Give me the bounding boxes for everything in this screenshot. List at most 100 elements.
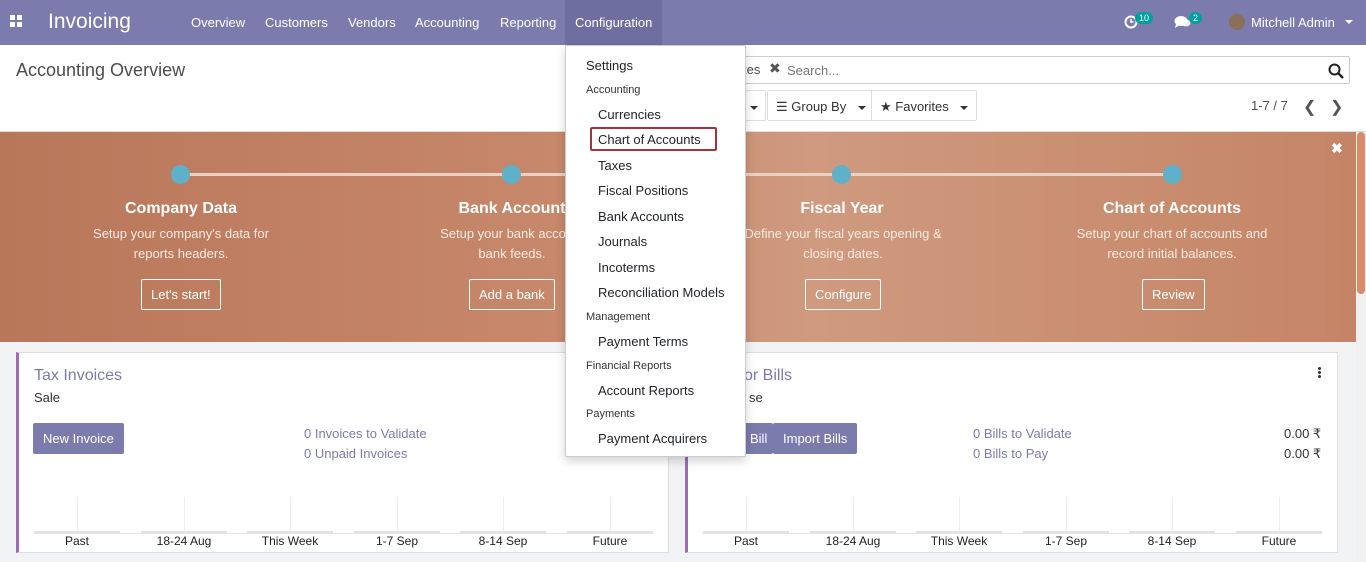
configuration-dropdown: Settings Accounting Currencies Chart of … xyxy=(565,45,746,457)
chart-gridline xyxy=(503,497,504,534)
chart-gridline xyxy=(610,497,611,534)
chart-label-future: Future xyxy=(1261,534,1297,548)
chart-bar xyxy=(916,531,1002,533)
step-desc-company-data: Setup your company's data for reports he… xyxy=(81,224,281,264)
chart-bar xyxy=(703,531,789,533)
menu-item-journals[interactable]: Journals xyxy=(598,234,647,249)
section-header-payments: Payments xyxy=(586,408,635,420)
chart-bar xyxy=(34,531,120,533)
kebab-menu-icon[interactable] xyxy=(1318,367,1322,379)
top-navbar: Invoicing Overview Customers Vendors Acc… xyxy=(0,0,1366,45)
menu-item-payment-terms[interactable]: Payment Terms xyxy=(598,334,688,349)
group-by-button[interactable]: ☰ Group By xyxy=(767,90,875,121)
bills-to-validate-amount: 0.00 ₹ xyxy=(1284,426,1322,441)
chart-gridline xyxy=(853,497,854,534)
card-subtitle: se xyxy=(749,390,763,405)
menu-customers[interactable]: Customers xyxy=(265,15,328,30)
menu-item-fiscal-positions[interactable]: Fiscal Positions xyxy=(598,183,688,198)
step-dot xyxy=(502,165,521,184)
chart-gridline xyxy=(1066,497,1067,534)
card-title[interactable]: or Bills xyxy=(744,367,792,385)
step-desc-line: record initial balances. xyxy=(1107,246,1237,261)
card-title[interactable]: Tax Invoices xyxy=(34,367,122,385)
activity-button[interactable]: 10 xyxy=(1124,12,1160,30)
section-header-management: Management xyxy=(586,311,651,323)
chart-gridline xyxy=(1279,497,1280,534)
chart-gridline xyxy=(290,497,291,534)
favorites-label: Favorites xyxy=(895,99,949,114)
chart-bar xyxy=(1023,531,1109,533)
page-title: Accounting Overview xyxy=(16,60,186,80)
chart-bar xyxy=(1236,531,1322,533)
menu-vendors[interactable]: Vendors xyxy=(348,15,396,30)
chart-bar xyxy=(354,531,440,533)
chart-label-18-24-aug: 18-24 Aug xyxy=(825,534,881,548)
menu-accounting[interactable]: Accounting xyxy=(415,15,479,30)
lets-start-button[interactable]: Let's start! xyxy=(141,279,221,310)
chart-bar xyxy=(1129,531,1215,533)
apps-grid-icon[interactable] xyxy=(10,15,23,28)
chart-label-this-week: This Week xyxy=(930,534,988,548)
menu-item-account-reports[interactable]: Account Reports xyxy=(598,383,694,398)
chart-gridline xyxy=(77,497,78,534)
messages-button[interactable]: 2 xyxy=(1174,12,1204,30)
app-brand[interactable]: Invoicing xyxy=(48,10,131,34)
scrollbar-thumb[interactable] xyxy=(1357,132,1365,294)
upload-bill-button[interactable]: Bill xyxy=(744,423,774,454)
unpaid-invoices-link[interactable]: 0 Unpaid Invoices xyxy=(304,446,407,461)
import-bills-button[interactable]: Import Bills xyxy=(773,423,858,454)
close-icon[interactable]: ✖ xyxy=(1331,140,1343,157)
chart-label-this-week: This Week xyxy=(261,534,319,548)
search-box[interactable]: tes ✖ xyxy=(720,56,1350,84)
menu-item-incoterms[interactable]: Incoterms xyxy=(598,260,655,275)
list-icon: ☰ xyxy=(776,99,788,114)
chart-bar xyxy=(460,531,546,533)
chart-label-1-7-sep: 1-7 Sep xyxy=(375,534,419,548)
pager-value[interactable]: 1-7 / 7 xyxy=(1251,98,1288,113)
new-invoice-button[interactable]: New Invoice xyxy=(33,423,124,454)
review-button[interactable]: Review xyxy=(1142,279,1205,310)
chart-baseline xyxy=(703,533,1323,534)
add-a-bank-button[interactable]: Add a bank xyxy=(469,279,555,310)
chevron-down-icon xyxy=(1345,20,1353,24)
menu-item-settings[interactable]: Settings xyxy=(586,58,633,73)
search-input[interactable] xyxy=(787,63,1307,78)
step-desc-line: closing dates. xyxy=(803,246,883,261)
pager-next-icon[interactable]: ❯ xyxy=(1330,97,1343,117)
menu-item-currencies[interactable]: Currencies xyxy=(598,107,661,122)
menu-item-bank-accounts[interactable]: Bank Accounts xyxy=(598,209,684,224)
avatar xyxy=(1229,14,1245,30)
menu-configuration[interactable]: Configuration xyxy=(565,0,663,45)
menu-item-reconciliation-models[interactable]: Reconciliation Models xyxy=(598,285,724,300)
pager-previous-icon[interactable]: ❮ xyxy=(1303,97,1316,117)
step-desc-fiscal-year: Define your fiscal years opening & closi… xyxy=(742,224,944,264)
chart-label-1-7-sep: 1-7 Sep xyxy=(1044,534,1088,548)
chart-label-8-14-sep: 8-14 Sep xyxy=(1147,534,1197,548)
chevron-down-icon xyxy=(857,105,866,110)
menu-overview[interactable]: Overview xyxy=(191,15,245,30)
search-icon[interactable] xyxy=(1328,63,1344,79)
menu-item-payment-acquirers[interactable]: Payment Acquirers xyxy=(598,431,707,446)
chart-bar xyxy=(141,531,227,533)
invoices-to-validate-link[interactable]: 0 Invoices to Validate xyxy=(304,426,427,441)
chevron-down-icon xyxy=(960,105,969,110)
menu-reporting[interactable]: Reporting xyxy=(500,15,556,30)
step-dot xyxy=(832,165,851,184)
activity-count-badge: 10 xyxy=(1135,12,1154,24)
facet-remove-icon[interactable]: ✖ xyxy=(769,60,781,77)
menu-item-taxes[interactable]: Taxes xyxy=(598,158,632,173)
bills-to-pay-link[interactable]: 0 Bills to Pay xyxy=(973,446,1048,461)
bills-to-validate-link[interactable]: 0 Bills to Validate xyxy=(973,426,1072,441)
step-dot xyxy=(171,165,190,184)
favorites-button[interactable]: ★ Favorites xyxy=(871,90,978,121)
step-title-chart-of-accounts: Chart of Accounts xyxy=(1102,200,1242,217)
chart-gridline xyxy=(1172,497,1173,534)
chart-bar xyxy=(247,531,333,533)
group-by-label: Group By xyxy=(791,99,847,114)
bills-to-pay-amount: 0.00 ₹ xyxy=(1284,446,1322,461)
step-title-fiscal-year: Fiscal Year xyxy=(800,200,884,217)
chart-label-past: Past xyxy=(64,534,89,548)
configure-button[interactable]: Configure xyxy=(805,279,882,310)
menu-item-chart-of-accounts[interactable]: Chart of Accounts xyxy=(598,132,701,147)
section-header-accounting: Accounting xyxy=(586,84,641,96)
